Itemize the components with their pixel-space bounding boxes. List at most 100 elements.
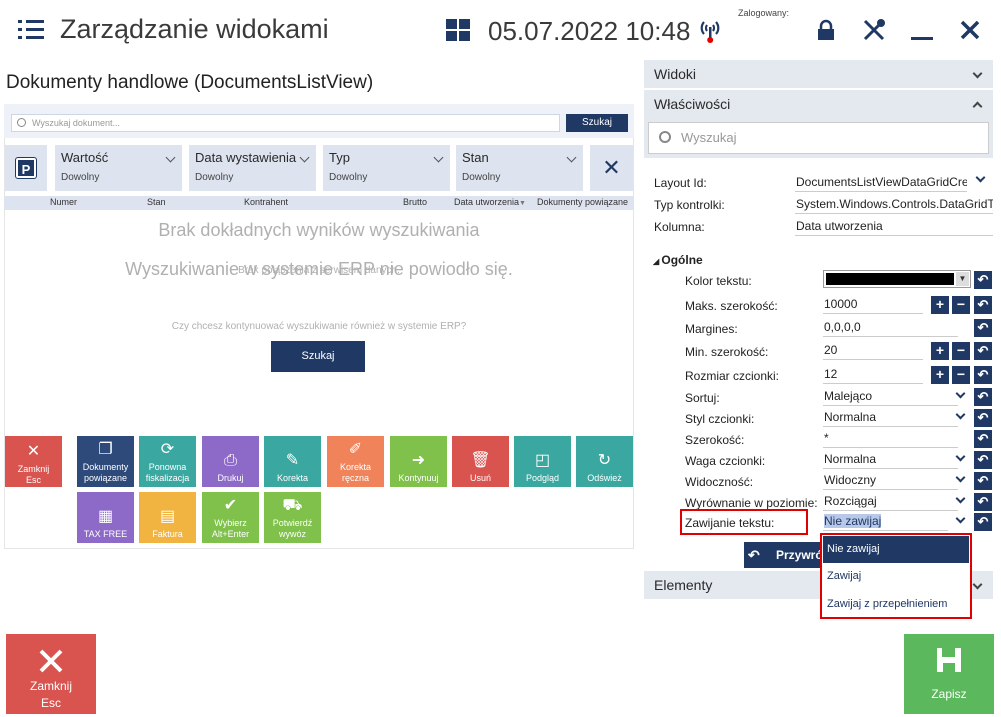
filter-state[interactable]: Stan Dowolny bbox=[456, 145, 583, 191]
clear-filters-button[interactable]: ✕ bbox=[590, 145, 633, 191]
plus-icon[interactable]: + bbox=[931, 342, 949, 360]
prop-value-4[interactable]: 12 bbox=[823, 366, 923, 384]
no-results-message: Brak dokładnych wyników wyszukiwania bbox=[158, 220, 480, 240]
reset-icon[interactable]: ↶ bbox=[974, 388, 992, 406]
invoice-icon: ▤ bbox=[159, 508, 176, 525]
search-icon bbox=[17, 118, 26, 127]
trash-icon: 🗑 bbox=[470, 452, 491, 469]
prop-value-7[interactable]: * bbox=[823, 430, 958, 448]
prop-value-1[interactable]: 10000 bbox=[823, 296, 923, 314]
plus-icon[interactable]: + bbox=[931, 296, 949, 314]
prop-label-2: Margines: bbox=[685, 322, 738, 336]
properties-section-header[interactable]: Właściwości bbox=[644, 90, 993, 118]
reset-icon[interactable]: ↶ bbox=[974, 472, 992, 490]
tile-manual-correction[interactable]: ✐ Korekta ręczna bbox=[327, 436, 384, 487]
undo-icon: ↶ bbox=[748, 547, 760, 563]
tile-taxfree[interactable]: ▦ TAX FREE bbox=[77, 492, 134, 543]
close-window-icon[interactable] bbox=[956, 16, 984, 44]
tile-invoice[interactable]: ▤ Faktura bbox=[139, 492, 196, 543]
tile-trash[interactable]: 🗑 Usuń bbox=[452, 436, 509, 487]
prop-label-9: Widoczność: bbox=[685, 475, 754, 489]
close-icon: ✕ bbox=[602, 155, 621, 180]
column-number[interactable]: Numer bbox=[50, 197, 77, 207]
reset-icon[interactable]: ↶ bbox=[974, 271, 992, 289]
reset-icon[interactable]: ↶ bbox=[974, 493, 992, 511]
tile-continue[interactable]: ➜ Kontynuuj bbox=[390, 436, 447, 487]
floppy-icon bbox=[937, 648, 961, 672]
close-button[interactable]: Zamknij Esc bbox=[6, 634, 96, 714]
column-gross[interactable]: Brutto bbox=[403, 197, 427, 207]
reset-icon[interactable]: ↶ bbox=[974, 451, 992, 469]
tile-documents[interactable]: ❐ Dokumenty powiązane bbox=[77, 436, 134, 487]
document-search-input[interactable]: Wyszukaj dokument... bbox=[11, 114, 560, 132]
control-type-value: System.Windows.Controls.DataGridTextColu… bbox=[795, 196, 993, 214]
chevron-up-icon bbox=[972, 101, 983, 112]
layout-id-value[interactable]: DocumentsListViewDataGridCreatedDate bbox=[795, 174, 967, 192]
reset-icon[interactable]: ↶ bbox=[974, 319, 992, 337]
prop-label-10: Wyrównanie w poziomie: bbox=[685, 496, 818, 510]
prop-value-3[interactable]: 20 bbox=[823, 342, 923, 360]
prop-label-4: Rozmiar czcionki: bbox=[685, 369, 780, 383]
lock-icon[interactable] bbox=[812, 16, 840, 44]
column-contractor[interactable]: Kontrahent bbox=[244, 197, 288, 207]
prop-value-6[interactable]: Normalna bbox=[823, 409, 958, 427]
tools-icon[interactable] bbox=[860, 16, 888, 44]
chevron-down-icon bbox=[165, 152, 176, 163]
tile-check[interactable]: ✔ Wybierz Alt+Enter bbox=[202, 492, 259, 543]
reset-icon[interactable]: ↶ bbox=[974, 296, 992, 314]
dropdown-option-no-wrap[interactable]: Nie zawijaj bbox=[823, 536, 969, 563]
parking-button[interactable]: P bbox=[5, 145, 47, 191]
tile-preview[interactable]: ◰ Podgląd bbox=[514, 436, 571, 487]
chevron-down-icon[interactable]: ▼ bbox=[956, 272, 969, 286]
view-title: Dokumenty handlowe (DocumentsListView) bbox=[6, 72, 374, 93]
column-related-docs[interactable]: Dokumenty powiązane bbox=[537, 197, 628, 207]
reset-icon[interactable]: ↶ bbox=[974, 513, 992, 531]
prop-value-8[interactable]: Normalna bbox=[823, 451, 958, 469]
grid-icon[interactable] bbox=[446, 19, 470, 41]
retry-search-button[interactable]: Szukaj bbox=[271, 341, 365, 372]
text-color-picker[interactable]: ▼ bbox=[823, 270, 971, 288]
prop-label-5: Sortuj: bbox=[685, 391, 720, 405]
reset-icon[interactable]: ↶ bbox=[974, 409, 992, 427]
prop-value-5[interactable]: Malejąco bbox=[823, 388, 958, 406]
prop-value-2[interactable]: 0,0,0,0 bbox=[823, 319, 958, 337]
chevron-down-icon bbox=[566, 152, 577, 163]
minus-icon[interactable]: − bbox=[952, 296, 970, 314]
check-icon: ✔ bbox=[223, 497, 238, 514]
search-button[interactable]: Szukaj bbox=[566, 114, 628, 132]
dropdown-option-wrap[interactable]: Zawijaj bbox=[823, 563, 969, 590]
column-created-date[interactable]: Data utworzenia▼ bbox=[454, 197, 526, 207]
general-section-toggle[interactable]: ◢ Ogólne bbox=[653, 253, 703, 267]
tile-refresh[interactable]: ↻ Odśwież bbox=[576, 436, 633, 487]
plus-icon[interactable]: + bbox=[931, 366, 949, 384]
reset-icon[interactable]: ↶ bbox=[974, 366, 992, 384]
prop-value-11[interactable]: Nie zawijaj bbox=[823, 513, 948, 531]
signal-icon bbox=[696, 16, 724, 44]
minus-icon[interactable]: − bbox=[952, 342, 970, 360]
filter-value[interactable]: Wartość Dowolny bbox=[55, 145, 182, 191]
dropdown-option-wrap-overflow[interactable]: Zawijaj z przepełnieniem bbox=[823, 591, 969, 618]
menu-icon[interactable] bbox=[18, 20, 44, 40]
filter-issue-date[interactable]: Data wystawienia Dowolny bbox=[189, 145, 316, 191]
minimize-icon[interactable] bbox=[908, 16, 936, 44]
filter-type[interactable]: Typ Dowolny bbox=[323, 145, 450, 191]
tile-print[interactable]: ⎙ Drukuj bbox=[202, 436, 259, 487]
tile-truck[interactable]: ⛟ Potwierdź wywóz bbox=[264, 492, 321, 543]
reset-icon[interactable]: ↶ bbox=[974, 430, 992, 448]
tile-refresh-doc[interactable]: ⟳ Ponowna fiskalizacja bbox=[139, 436, 196, 487]
minus-icon[interactable]: − bbox=[952, 366, 970, 384]
views-section-header[interactable]: Widoki bbox=[644, 60, 993, 88]
tile-correction[interactable]: ✎ Korekta bbox=[264, 436, 321, 487]
restore-button[interactable]: ↶ Przywróć bbox=[744, 542, 829, 568]
reset-icon[interactable]: ↶ bbox=[974, 342, 992, 360]
tile-close[interactable]: ✕ Zamknij Esc bbox=[5, 436, 62, 487]
save-button[interactable]: Zapisz bbox=[904, 634, 994, 714]
chevron-down-icon bbox=[972, 68, 983, 79]
column-state[interactable]: Stan bbox=[147, 197, 166, 207]
chevron-down-icon bbox=[299, 152, 310, 163]
continue-question-message: Czy chcesz kontynuować wyszukiwanie równ… bbox=[171, 321, 467, 332]
refresh-icon: ↻ bbox=[597, 452, 612, 469]
prop-value-9[interactable]: Widoczny bbox=[823, 472, 958, 490]
prop-value-10[interactable]: Rozciągaj bbox=[823, 493, 958, 511]
properties-search-input[interactable]: Wyszukaj bbox=[648, 122, 989, 154]
